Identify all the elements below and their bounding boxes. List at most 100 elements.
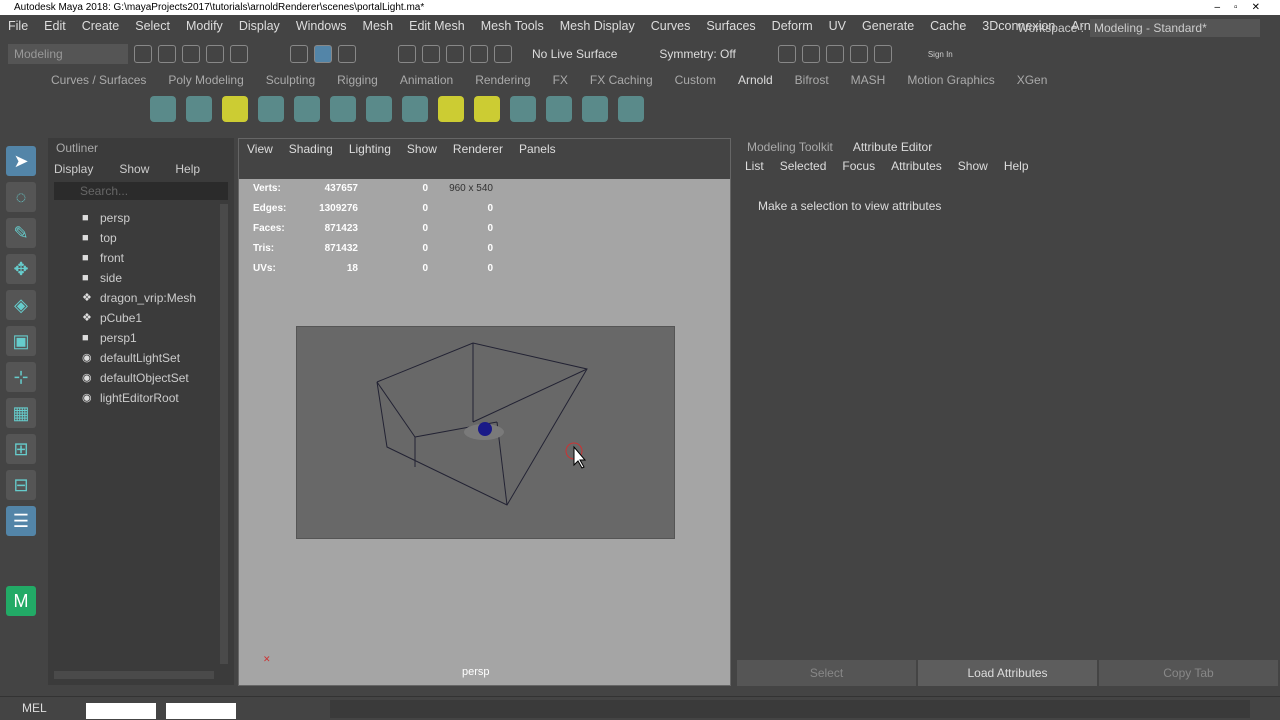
menu-mesh-display[interactable]: Mesh Display <box>552 19 643 33</box>
outliner-item[interactable]: ❖ dragon_vrip:Mesh <box>48 288 234 308</box>
shelf-tab[interactable]: XGen <box>1006 70 1059 90</box>
shelf-tab[interactable]: Animation <box>389 70 464 90</box>
shelf-tab[interactable]: Bifrost <box>784 70 840 90</box>
window-controls[interactable]: –▫✕ <box>1215 0 1275 15</box>
select-tool-icon[interactable]: ➤ <box>6 146 36 176</box>
command-input[interactable] <box>330 700 1250 718</box>
two-view-icon[interactable]: ⊟ <box>6 470 36 500</box>
curve-collector-icon[interactable] <box>330 96 356 122</box>
menu-mesh-tools[interactable]: Mesh Tools <box>473 19 552 33</box>
menu-cache[interactable]: Cache <box>922 19 974 33</box>
outliner-item[interactable]: ■ persp1 <box>48 328 234 348</box>
menu-mesh[interactable]: Mesh <box>355 19 402 33</box>
four-view-icon[interactable]: ⊞ <box>6 434 36 464</box>
workspace-selector[interactable]: Workspace : Modeling - Standard* <box>1018 19 1260 37</box>
mel-label[interactable]: MEL <box>22 701 47 715</box>
volume-icon[interactable] <box>366 96 392 122</box>
undo-icon[interactable] <box>206 45 224 63</box>
ae-menu-focus[interactable]: Focus <box>842 156 875 176</box>
outliner-vertical-scrollbar[interactable] <box>220 204 228 664</box>
menu-create[interactable]: Create <box>74 19 128 33</box>
tab-attribute-editor[interactable]: Attribute Editor <box>843 138 942 156</box>
select-object-icon[interactable] <box>314 45 332 63</box>
snap-surface-icon[interactable] <box>494 45 512 63</box>
flush-textures-icon[interactable] <box>438 96 464 122</box>
snap-view-icon[interactable] <box>470 45 488 63</box>
single-view-icon[interactable]: ▦ <box>6 398 36 428</box>
viewport-panel[interactable]: View Shading Lighting Show Renderer Panels Ve… <box>238 138 731 686</box>
ae-menu-attributes[interactable]: Attributes <box>891 156 942 176</box>
viewport-menu-renderer[interactable]: Renderer <box>445 139 511 159</box>
standin-icon[interactable] <box>258 96 284 122</box>
shelf-tab[interactable]: Rendering <box>464 70 541 90</box>
scale-tool-icon[interactable]: ▣ <box>6 326 36 356</box>
show-manipulator-icon[interactable]: ⊹ <box>6 362 36 392</box>
shelf-tab-arnold[interactable]: Arnold <box>727 70 784 90</box>
area-light-icon[interactable] <box>186 96 212 122</box>
viewport-menu-view[interactable]: View <box>239 139 281 159</box>
symmetry-dropdown[interactable]: Symmetry: Off <box>659 47 735 61</box>
menu-edit-mesh[interactable]: Edit Mesh <box>401 19 473 33</box>
tab-modeling-toolkit[interactable]: Modeling Toolkit <box>737 138 843 156</box>
viewport-menu-shading[interactable]: Shading <box>281 139 341 159</box>
snap-point-icon[interactable] <box>446 45 464 63</box>
select-component-icon[interactable] <box>338 45 356 63</box>
outliner-menu-show[interactable]: Show <box>119 158 149 180</box>
outliner-horizontal-scrollbar[interactable] <box>54 671 214 679</box>
export-standin-icon[interactable] <box>294 96 320 122</box>
shelf-tab[interactable]: FX Caching <box>579 70 664 90</box>
outliner-item[interactable]: ■ top <box>48 228 234 248</box>
workspace-dropdown[interactable]: Modeling - Standard* <box>1090 19 1260 37</box>
menu-select[interactable]: Select <box>127 19 178 33</box>
outliner-item[interactable]: ◉ defaultLightSet <box>48 348 234 368</box>
select-button[interactable]: Select <box>737 660 916 686</box>
redo-icon[interactable] <box>230 45 248 63</box>
arnold-render-icon[interactable] <box>873 45 892 63</box>
outliner-item[interactable]: ◉ lightEditorRoot <box>48 388 234 408</box>
render-settings-icon[interactable] <box>825 45 844 63</box>
save-scene-icon[interactable] <box>182 45 200 63</box>
ipr-render-icon[interactable] <box>801 45 820 63</box>
shelf-tab[interactable]: Rigging <box>326 70 389 90</box>
outliner-menu-help[interactable]: Help <box>175 158 200 180</box>
viewport-menu-lighting[interactable]: Lighting <box>341 139 399 159</box>
skydome-light-icon[interactable] <box>150 96 176 122</box>
render-icon[interactable] <box>777 45 796 63</box>
paint-select-icon[interactable]: ✎ <box>6 218 36 248</box>
shelf-tab[interactable]: Motion Graphics <box>896 70 1005 90</box>
menu-surfaces[interactable]: Surfaces <box>698 19 763 33</box>
menu-modify[interactable]: Modify <box>178 19 231 33</box>
outliner-menu-display[interactable]: Display <box>54 158 93 180</box>
menu-windows[interactable]: Windows <box>288 19 355 33</box>
lasso-tool-icon[interactable]: ◌ <box>6 182 36 212</box>
shelf-tab[interactable]: Sculpting <box>255 70 326 90</box>
render-view-icon[interactable] <box>582 96 608 122</box>
new-scene-icon[interactable] <box>134 45 152 63</box>
menu-file[interactable]: File <box>0 19 36 33</box>
menu-curves[interactable]: Curves <box>643 19 699 33</box>
shelf-tab[interactable]: Curves / Surfaces <box>40 70 157 90</box>
menu-uv[interactable]: UV <box>821 19 854 33</box>
copy-tab-button[interactable]: Copy Tab <box>1099 660 1278 686</box>
tx-manager-icon[interactable] <box>402 96 428 122</box>
outliner-item[interactable]: ■ persp <box>48 208 234 228</box>
viewport-menu-show[interactable]: Show <box>399 139 445 159</box>
sign-in-button[interactable]: Sign In <box>928 50 953 59</box>
remove-textures-icon[interactable] <box>474 96 500 122</box>
outliner-item[interactable]: ◉ defaultObjectSet <box>48 368 234 388</box>
load-attributes-button[interactable]: Load Attributes <box>918 660 1097 686</box>
taskbar-window-thumb[interactable] <box>166 703 236 719</box>
outliner-layout-icon[interactable]: ☰ <box>6 506 36 536</box>
outliner-item[interactable]: ■ front <box>48 248 234 268</box>
viewport-toolbar[interactable] <box>239 159 730 179</box>
outliner-item[interactable]: ❖ pCube1 <box>48 308 234 328</box>
hypershade-icon[interactable] <box>849 45 868 63</box>
play-render-icon[interactable] <box>618 96 644 122</box>
open-scene-icon[interactable] <box>158 45 176 63</box>
ae-menu-list[interactable]: List <box>745 156 764 176</box>
rotate-tool-icon[interactable]: ◈ <box>6 290 36 320</box>
ae-menu-help[interactable]: Help <box>1004 156 1029 176</box>
shelf-tab[interactable]: Poly Modeling <box>157 70 254 90</box>
menu-deform[interactable]: Deform <box>764 19 821 33</box>
ae-menu-show[interactable]: Show <box>958 156 988 176</box>
